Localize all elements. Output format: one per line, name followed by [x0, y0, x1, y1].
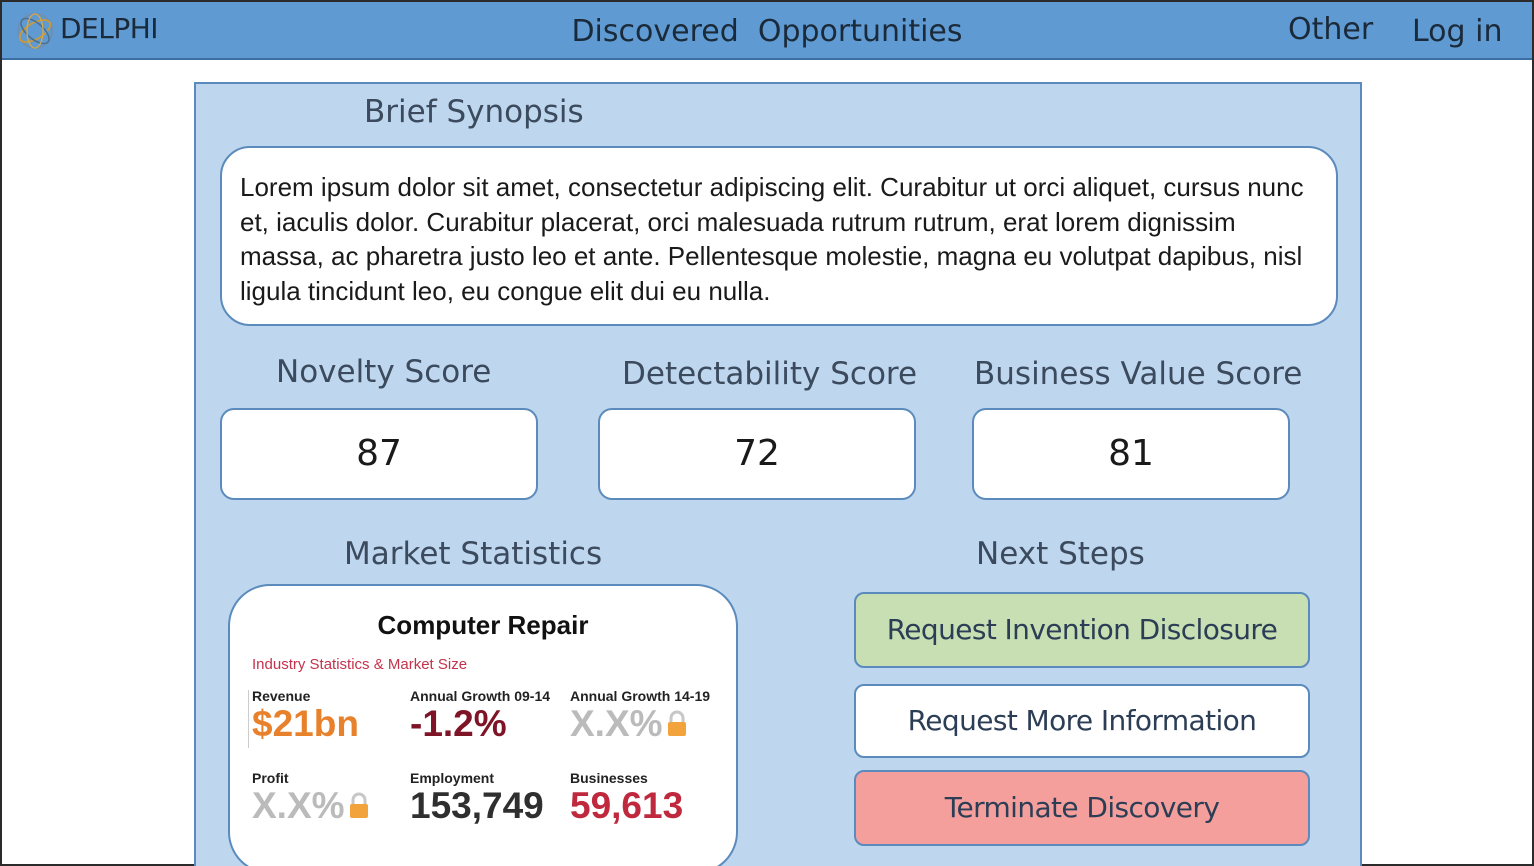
request-more-information-button[interactable]: Request More Information — [854, 684, 1310, 758]
novelty-score-value: 87 — [220, 408, 538, 500]
stat-employment: Employment 153,749 — [410, 770, 544, 826]
stat-value: 153,749 — [410, 785, 544, 826]
stat-profit: Profit X.X% — [252, 770, 370, 826]
novelty-score-label: Novelty Score — [276, 354, 492, 390]
stat-value: $21bn — [252, 703, 359, 744]
business-value-score-value: 81 — [972, 408, 1290, 500]
business-value-score-label: Business Value Score — [974, 356, 1303, 392]
stat-label: Profit — [252, 770, 289, 786]
synopsis-text: Lorem ipsum dolor sit amet, consectetur … — [240, 172, 1304, 306]
stat-label: Employment — [410, 770, 495, 786]
request-invention-disclosure-button[interactable]: Request Invention Disclosure — [854, 592, 1310, 668]
stat-growth-09-14: Annual Growth 09-14 -1.2% — [410, 688, 550, 744]
nav-other-link[interactable]: Other — [1288, 12, 1373, 47]
market-statistics-card: Computer Repair Industry Statistics & Ma… — [228, 584, 738, 866]
stat-value-row: X.X% — [570, 704, 710, 744]
stat-label: Annual Growth 09-14 — [410, 688, 551, 704]
lock-icon[interactable] — [348, 792, 370, 820]
industry-subtitle: Industry Statistics & Market Size — [252, 656, 468, 673]
stat-value: -1.2% — [410, 703, 507, 744]
stat-value: 59,613 — [570, 785, 684, 826]
opportunity-panel: Brief Synopsis Lorem ipsum dolor sit ame… — [194, 82, 1362, 866]
stat-value-row: X.X% — [252, 786, 370, 826]
terminate-discovery-button[interactable]: Terminate Discovery — [854, 770, 1310, 846]
next-steps-heading: Next Steps — [976, 536, 1145, 572]
stat-value: X.X% — [252, 785, 345, 826]
lock-icon[interactable] — [666, 710, 688, 738]
detectability-score-value: 72 — [598, 408, 916, 500]
stat-label: Revenue — [252, 688, 311, 704]
divider — [248, 690, 249, 748]
market-statistics-heading: Market Statistics — [344, 536, 603, 572]
stat-revenue: Revenue $21bn — [252, 688, 359, 744]
top-navigation-bar: DELPHI Discovered Opportunities Other Lo… — [2, 2, 1532, 60]
stat-value: X.X% — [570, 703, 663, 744]
detectability-score-label: Detectability Score — [622, 356, 918, 392]
stat-growth-14-19: Annual Growth 14-19 X.X% — [570, 688, 710, 744]
industry-name: Computer Repair — [377, 610, 589, 640]
stat-businesses: Businesses 59,613 — [570, 770, 683, 826]
stat-label: Businesses — [570, 770, 648, 786]
stat-label: Annual Growth 14-19 — [570, 688, 711, 704]
nav-login-link[interactable]: Log in — [1412, 14, 1502, 49]
synopsis-heading: Brief Synopsis — [364, 94, 584, 130]
synopsis-box: Lorem ipsum dolor sit amet, consectetur … — [220, 146, 1338, 326]
